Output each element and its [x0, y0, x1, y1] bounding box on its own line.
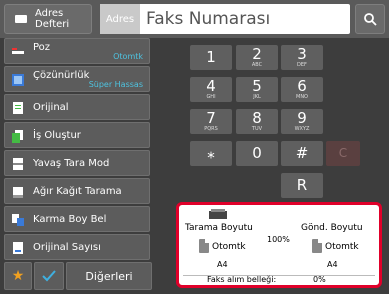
sidebar-item-mixed-size[interactable]: Karma Boy Bel [4, 206, 150, 232]
redial-key-label: R [296, 176, 308, 194]
key-9[interactable]: 9 WXYZ [281, 109, 323, 134]
original-icon [13, 102, 23, 114]
send-size-label: Gönd. Boyutu [301, 223, 363, 233]
key-number: 7 [206, 109, 216, 127]
sidebar-item-slow-scan[interactable]: Yavaş Tara Mod [4, 150, 150, 176]
address-book-button[interactable]: Adres Defteri [4, 4, 92, 34]
sidebar-item-resolution[interactable]: Çözünürlük Süper Hassas [4, 66, 150, 92]
sidebar-item-value: Otomtk [113, 52, 143, 61]
scan-size-label: Tarama Boyutu [185, 223, 253, 233]
key-letters: WXYZ [294, 126, 310, 132]
job-build-icon [12, 130, 23, 143]
clear-key-label: C [338, 146, 348, 160]
address-book-icon [15, 15, 27, 23]
scanner-icon [209, 209, 227, 219]
sidebar-item-label: Çözünürlük [33, 70, 90, 81]
key-number: 2 [252, 45, 262, 63]
key-number: 0 [252, 144, 262, 162]
key-2[interactable]: 2 ABC [236, 45, 278, 70]
send-paper-value: A4 [327, 260, 338, 269]
settings-sidebar: Poz Otomtk Çözünürlük Süper Hassas Oriji… [4, 38, 154, 294]
key-number: ⁎ [207, 144, 215, 162]
ratio-value: 100% [267, 235, 290, 244]
key-6[interactable]: 6 MNO [281, 77, 323, 102]
fax-number-field[interactable]: Adres Faks Numarası [100, 4, 350, 34]
sidebar-item-job-build[interactable]: İş Oluştur [4, 122, 150, 148]
key-letters: ABC [251, 62, 263, 68]
scan-mode-value: Otomtk [212, 242, 246, 252]
key-4[interactable]: 4 GHI [190, 77, 232, 102]
key-number: 5 [252, 77, 262, 95]
sidebar-item-exposure[interactable]: Poz Otomtk [4, 38, 150, 64]
scan-info-panel[interactable]: Tarama Boyutu Gönd. Boyutu Otomtk 100% O… [176, 202, 382, 288]
sidebar-item-label: İş Oluştur [33, 130, 81, 141]
key-number: 9 [297, 109, 307, 127]
key-letters: PQRS [204, 126, 218, 132]
scan-paper-value: A4 [217, 260, 228, 269]
key-3[interactable]: 3 DEF [281, 45, 323, 70]
sidebar-item-original-count[interactable]: Orijinal Sayısı [4, 234, 150, 260]
checkmark-icon [42, 270, 56, 282]
key-letters: GHI [206, 94, 216, 100]
document-icon [312, 239, 322, 253]
key-number: 6 [297, 77, 307, 95]
fax-memory-label: Faks alım belleği: [207, 275, 277, 284]
top-bar: Adres Defteri Adres Faks Numarası [0, 0, 389, 38]
others-button[interactable]: Diğerleri [66, 262, 152, 290]
star-icon: ★ [11, 268, 25, 284]
key-1[interactable]: 1 [190, 45, 232, 70]
sidebar-item-original[interactable]: Orijinal [4, 94, 150, 120]
fax-number-placeholder: Faks Numarası [146, 9, 271, 29]
key-hash[interactable]: # [281, 141, 323, 166]
numeric-keypad: 1 2 ABC 3 DEF 4 GHI 5 JKL 6 MNO 7 PQRS 8 [180, 40, 360, 200]
slow-scan-icon [13, 158, 23, 170]
original-count-icon [13, 242, 23, 254]
fax-screen: Adres Defteri Adres Faks Numarası Poz Ot… [0, 0, 389, 294]
key-number: 8 [252, 109, 262, 127]
document-icon [199, 239, 209, 253]
sidebar-item-label: Karma Boy Bel [33, 214, 107, 225]
key-letters: JKL [253, 94, 261, 100]
sidebar-item-label: Poz [33, 42, 51, 53]
check-button[interactable] [34, 262, 64, 290]
key-0[interactable]: 0 [236, 141, 278, 166]
fax-memory-value: 0% [313, 275, 326, 284]
favorite-button[interactable]: ★ [4, 262, 32, 290]
key-letters: TUV [251, 126, 263, 132]
key-7[interactable]: 7 PQRS [190, 109, 232, 134]
key-number: 3 [297, 45, 307, 63]
sidebar-item-label: Yavaş Tara Mod [33, 158, 110, 169]
sidebar-item-value: Süper Hassas [88, 80, 143, 89]
thick-paper-icon [13, 187, 23, 198]
sidebar-item-thick-paper[interactable]: Ağır Kağıt Tarama [4, 178, 150, 204]
resolution-icon [12, 74, 24, 86]
address-chip[interactable]: Adres [100, 4, 140, 34]
exposure-icon [12, 48, 24, 54]
key-5[interactable]: 5 JKL [236, 77, 278, 102]
sidebar-item-label: Orijinal Sayısı [33, 242, 101, 253]
key-asterisk[interactable]: ⁎ [190, 141, 232, 166]
key-letters: DEF [297, 62, 307, 68]
key-number: # [295, 144, 309, 162]
address-book-label: Adres Defteri [35, 8, 70, 30]
send-mode-value: Otomtk [325, 242, 359, 252]
mixed-size-icon [12, 214, 24, 226]
sidebar-item-label: Ağır Kağıt Tarama [33, 186, 122, 197]
key-number: 1 [206, 48, 216, 66]
key-letters: MNO [296, 94, 308, 100]
bottom-actions: ★ Diğerleri [4, 262, 154, 290]
clear-key[interactable]: C [326, 141, 360, 166]
search-button[interactable] [355, 4, 385, 34]
key-number: 4 [206, 77, 216, 95]
search-icon [364, 13, 377, 26]
redial-key[interactable]: R [281, 173, 323, 198]
key-8[interactable]: 8 TUV [236, 109, 278, 134]
sidebar-item-label: Orijinal [33, 102, 69, 113]
